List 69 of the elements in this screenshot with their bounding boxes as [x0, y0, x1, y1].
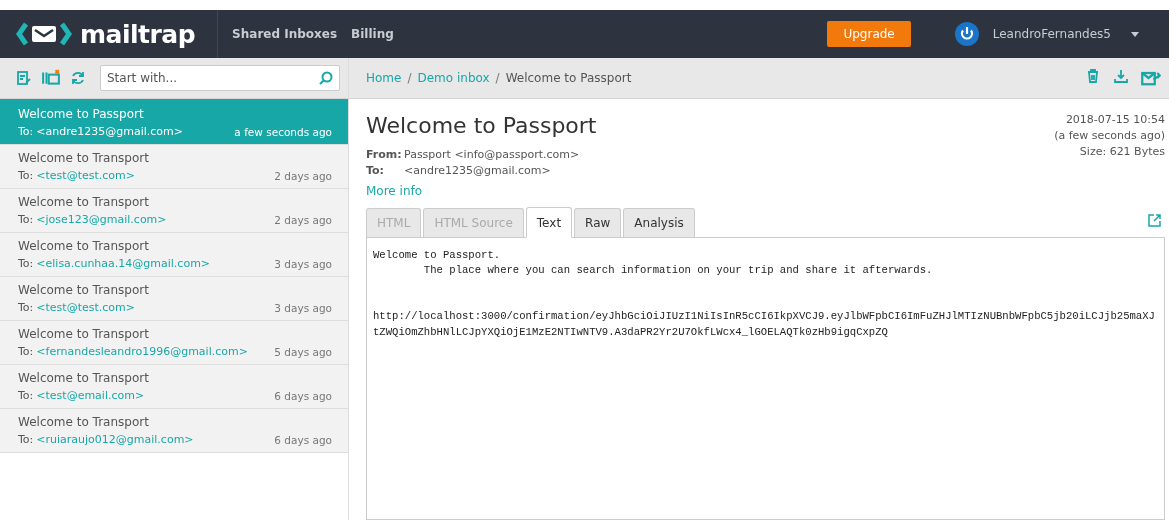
- recipient-address: <test@test.com>: [36, 169, 135, 182]
- from-label: From:: [366, 148, 403, 161]
- edit-document-icon[interactable]: [16, 70, 32, 86]
- recipient-address: <andre1235@gmail.com>: [404, 164, 551, 177]
- to-label: To:: [18, 125, 34, 138]
- recipient-address: <elisa.cunhaa.14@gmail.com>: [36, 257, 211, 270]
- view-tab[interactable]: Text: [525, 207, 573, 238]
- to-label: To:: [18, 213, 34, 226]
- to-label: To:: [18, 301, 34, 314]
- message-subject: Welcome to Transport: [18, 239, 150, 253]
- envelope-logo-icon: [16, 21, 72, 47]
- message-subject: Welcome to Transport: [18, 195, 150, 209]
- recipient-address: <test@email.com>: [36, 389, 145, 402]
- message-time: a few seconds ago: [234, 125, 332, 138]
- caret-icon[interactable]: [1131, 31, 1139, 37]
- nav-link[interactable]: Billing: [351, 27, 394, 41]
- message-time: 3 days ago: [274, 257, 332, 270]
- to-label: To:: [18, 169, 34, 182]
- message-size: Size: 621 Bytes: [1079, 145, 1165, 158]
- message-date: 2018-07-15 10:54: [1065, 113, 1165, 126]
- breadcrumb-separator: /: [407, 71, 412, 85]
- to-label: To:: [18, 345, 34, 358]
- message-time: 6 days ago: [274, 433, 332, 446]
- message-subject: Welcome to Transport: [18, 151, 150, 165]
- to-label: To:: [18, 433, 34, 446]
- message-title: Welcome to Passport: [366, 113, 597, 138]
- recipient-address: <test@test.com>: [36, 301, 135, 314]
- recipient-address: <andre1235@gmail.com>: [36, 125, 183, 138]
- clear-inbox-icon[interactable]: [42, 69, 60, 87]
- message-time: 5 days ago: [274, 345, 332, 358]
- message-item[interactable]: Welcome to Transport To: <fernandesleandro1996@gmail.com> 5 days ago: [0, 321, 348, 365]
- message-subject: Welcome to Transport: [18, 415, 150, 429]
- logo-text: mailtrap: [80, 19, 196, 49]
- message-item[interactable]: Welcome to Transport To: <elisa.cunhaa.14@gmail.com> 3 days ago: [0, 233, 348, 277]
- to-label: To:: [18, 389, 34, 402]
- search-icon[interactable]: [319, 71, 333, 85]
- search-field[interactable]: Start with...: [100, 65, 340, 91]
- power-avatar-icon[interactable]: [954, 22, 979, 46]
- recipient-address: <fernandesleandro1996@gmail.com>: [36, 345, 248, 358]
- view-tab[interactable]: Analysis: [623, 208, 695, 237]
- recipient-address: <ruiaraujo012@gmail.com>: [36, 433, 194, 446]
- message-subject: Welcome to Passport: [18, 107, 145, 121]
- message-subject: Welcome to Transport: [18, 371, 150, 385]
- message-subject: Welcome to Transport: [18, 283, 150, 297]
- message-body: Welcome to Passport. The place where you can search information on your trip and share it afterwards. http://localhost:3000/confirmation/eyJhbGciOiJIUzI1NiIsInR5cCI6IkpXVCJ9.eyJlbWFpbCI6ImFuZHJlMTIzNUBnbWFpbC5jb20iLCJjb25maXJtZWQiOmZhbHNlLCJpYXQiOjE1MzE2NTIwNTV9.A3daPR2Yr2U7OkfLWcx4_lGOELAQTk0zHb9igqCxpZQ: [373, 248, 1156, 340]
- username[interactable]: LeandroFernandes5: [992, 27, 1111, 41]
- nav-link[interactable]: Shared Inboxes: [232, 27, 338, 41]
- view-tab[interactable]: Raw: [574, 208, 622, 237]
- message-item[interactable]: Welcome to Transport To: <ruiaraujo012@gmail.com> 6 days ago: [0, 409, 348, 453]
- message-subject: Welcome to Transport: [18, 327, 150, 341]
- message-item[interactable]: Welcome to Transport To: <jose123@gmail.com> 2 days ago: [0, 189, 348, 233]
- trash-icon[interactable]: [1085, 68, 1101, 84]
- message-time: 2 days ago: [274, 169, 332, 182]
- to-label: To:: [18, 257, 34, 270]
- refresh-icon[interactable]: [70, 70, 86, 86]
- message-item[interactable]: Welcome to Transport To: <test@test.com> 2 days ago: [0, 145, 348, 189]
- message-item[interactable]: Welcome to Transport To: <test@test.com> 3 days ago: [0, 277, 348, 321]
- breadcrumb-link[interactable]: Welcome to Passport: [505, 71, 632, 85]
- message-item[interactable]: Welcome to Transport To: <test@email.com> 6 days ago: [0, 365, 348, 409]
- relative-time: (a few seconds ago): [1054, 129, 1165, 142]
- message-time: 2 days ago: [274, 213, 332, 226]
- recipient-address: <jose123@gmail.com>: [36, 213, 167, 226]
- message-time: 6 days ago: [274, 389, 332, 402]
- download-icon[interactable]: [1113, 68, 1129, 84]
- message-time: 3 days ago: [274, 301, 332, 314]
- open-external-icon[interactable]: [1148, 214, 1161, 227]
- sender-address: Passport <info@passport.com>: [404, 148, 580, 161]
- breadcrumb-separator: /: [495, 71, 500, 85]
- to-label: To:: [366, 164, 385, 177]
